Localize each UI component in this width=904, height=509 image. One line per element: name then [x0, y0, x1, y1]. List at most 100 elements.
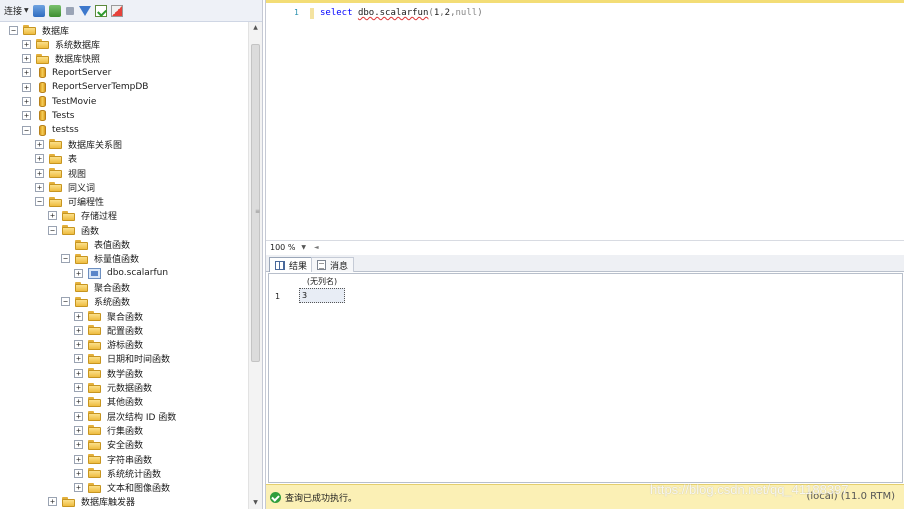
tree-node[interactable]: + 系统数据库	[22, 37, 100, 51]
collapse-icon[interactable]: −	[35, 197, 44, 207]
expand-icon[interactable]: +	[74, 383, 83, 392]
tree-node[interactable]: + 数据库触发器	[48, 495, 135, 509]
expand-icon[interactable]: +	[74, 425, 83, 435]
expand-icon[interactable]: +	[22, 97, 31, 106]
tree-node[interactable]: − 函数	[48, 223, 99, 237]
tree-node[interactable]: + 层次结构 ID 函数	[74, 409, 176, 423]
tree-node[interactable]: + 数据库关系图	[35, 137, 122, 151]
activity-monitor-icon[interactable]	[110, 4, 123, 17]
collapse-icon[interactable]: −	[22, 125, 31, 135]
tree-node[interactable]: + 聚合函数	[74, 309, 143, 323]
tree-node[interactable]: − testss	[22, 123, 79, 137]
success-check-icon	[270, 491, 281, 503]
tree-node[interactable]: + 同义词	[35, 180, 95, 194]
sql-function-name: dbo.scalarfun	[357, 8, 429, 18]
expand-icon[interactable]: +	[22, 82, 31, 92]
tree-node[interactable]: + ReportServer	[22, 66, 111, 80]
connect-button[interactable]: 连接	[4, 4, 22, 17]
refresh-icon[interactable]	[94, 4, 107, 17]
tree-node[interactable]: + 元数据函数	[74, 381, 152, 395]
expand-icon[interactable]: +	[74, 368, 83, 378]
expand-icon[interactable]: +	[22, 39, 31, 49]
tree-node[interactable]: + dbo.scalarfun	[74, 266, 168, 280]
collapse-icon[interactable]: −	[61, 254, 70, 264]
expand-icon[interactable]: +	[35, 154, 44, 164]
tree-node[interactable]: − 可编程性	[35, 195, 104, 209]
expand-icon[interactable]: +	[74, 325, 83, 335]
database-icon	[39, 124, 46, 136]
tree-node-label: 存储过程	[81, 212, 118, 223]
folder-icon	[75, 239, 88, 250]
explorer-vertical-scrollbar[interactable]: ▲ ≡ ▼	[248, 22, 262, 509]
tree-node-label: 数据库关系图	[68, 140, 123, 151]
tree-node[interactable]: + 视图	[35, 166, 86, 180]
tree-node[interactable]: − 数据库	[9, 23, 69, 37]
expand-icon[interactable]: +	[74, 454, 83, 464]
scrollbar-thumb[interactable]: ≡	[251, 44, 260, 362]
tree-node[interactable]: + 日期和时间函数	[74, 352, 170, 366]
tree-node[interactable]: 聚合函数	[61, 280, 130, 294]
connect-dropdown-icon[interactable]: ▼	[24, 7, 29, 14]
row-number[interactable]: 1	[275, 292, 280, 301]
stop-icon[interactable]	[65, 6, 74, 15]
expand-icon[interactable]: +	[22, 111, 31, 121]
scroll-down-icon[interactable]: ▼	[249, 497, 262, 509]
disconnect-icon[interactable]	[48, 4, 61, 17]
expand-icon[interactable]: +	[74, 440, 83, 450]
tree-node-label: 函数	[81, 226, 100, 237]
tree-node[interactable]: + 文本和图像函数	[74, 481, 170, 495]
folder-icon	[36, 39, 49, 50]
filter-icon[interactable]	[78, 5, 91, 16]
tab-messages[interactable]: 消息	[311, 257, 355, 272]
tree-node[interactable]: + 数据库快照	[22, 52, 100, 66]
expand-icon[interactable]: +	[74, 483, 83, 493]
expand-icon[interactable]: +	[35, 139, 44, 149]
tree-node[interactable]: − 系统函数	[61, 295, 130, 309]
expand-icon[interactable]: +	[22, 68, 31, 78]
tree-node[interactable]: + 配置函数	[74, 323, 143, 337]
tree-node[interactable]: + 表	[35, 152, 77, 166]
scroll-up-icon[interactable]: ▲	[249, 22, 262, 34]
collapse-icon[interactable]: −	[61, 297, 70, 307]
folder-icon	[88, 482, 101, 493]
zoom-dropdown-icon[interactable]: ▼	[301, 244, 306, 251]
tree-node[interactable]: + 安全函数	[74, 438, 143, 452]
collapse-icon[interactable]: −	[48, 225, 57, 235]
tree-node[interactable]: + 其他函数	[74, 395, 143, 409]
expand-icon[interactable]: +	[74, 354, 83, 364]
tree-node[interactable]: + 字符串函数	[74, 452, 152, 466]
tree-node[interactable]: + 存储过程	[48, 209, 117, 223]
tab-results[interactable]: 结果	[269, 257, 314, 272]
column-header[interactable]: (无列名)	[299, 276, 345, 287]
expand-icon[interactable]: +	[74, 311, 83, 321]
tree-node[interactable]: 表值函数	[61, 238, 130, 252]
expand-icon[interactable]: +	[74, 397, 83, 407]
tree-node[interactable]: − 标量值函数	[61, 252, 139, 266]
zoom-level[interactable]: 100 %	[270, 243, 295, 252]
tree-node[interactable]: + 游标函数	[74, 338, 143, 352]
result-cell[interactable]: 3	[299, 288, 345, 303]
folder-icon	[49, 168, 62, 178]
collapse-icon[interactable]: −	[9, 25, 18, 35]
tree-node[interactable]: + 系统统计函数	[74, 466, 161, 480]
expand-icon[interactable]: +	[74, 268, 83, 278]
expand-icon[interactable]: +	[74, 340, 83, 350]
query-text-area[interactable]: 1 select dbo.scalarfun(1,2,null)	[266, 3, 904, 240]
tree-node[interactable]: + TestMovie	[22, 95, 96, 109]
expand-icon[interactable]: +	[22, 54, 31, 64]
expand-icon[interactable]: +	[74, 468, 83, 478]
expand-icon[interactable]: +	[48, 211, 57, 221]
expand-icon[interactable]: +	[48, 497, 57, 507]
tree-node[interactable]: + 数学函数	[74, 366, 143, 380]
expand-icon[interactable]: +	[74, 411, 83, 421]
tree-node[interactable]: + 行集函数	[74, 423, 143, 437]
expand-icon[interactable]: +	[35, 182, 44, 192]
scroll-left-icon[interactable]: ◄	[314, 244, 319, 251]
tree-node[interactable]: + ReportServerTempDB	[22, 80, 148, 94]
expand-icon[interactable]: +	[35, 168, 44, 178]
tree-node-label: 视图	[68, 169, 87, 180]
sql-code-line[interactable]: select dbo.scalarfun(1,2,null)	[320, 8, 483, 18]
connect-object-explorer-icon[interactable]	[32, 4, 45, 17]
tree-node[interactable]: + Tests	[22, 109, 74, 123]
